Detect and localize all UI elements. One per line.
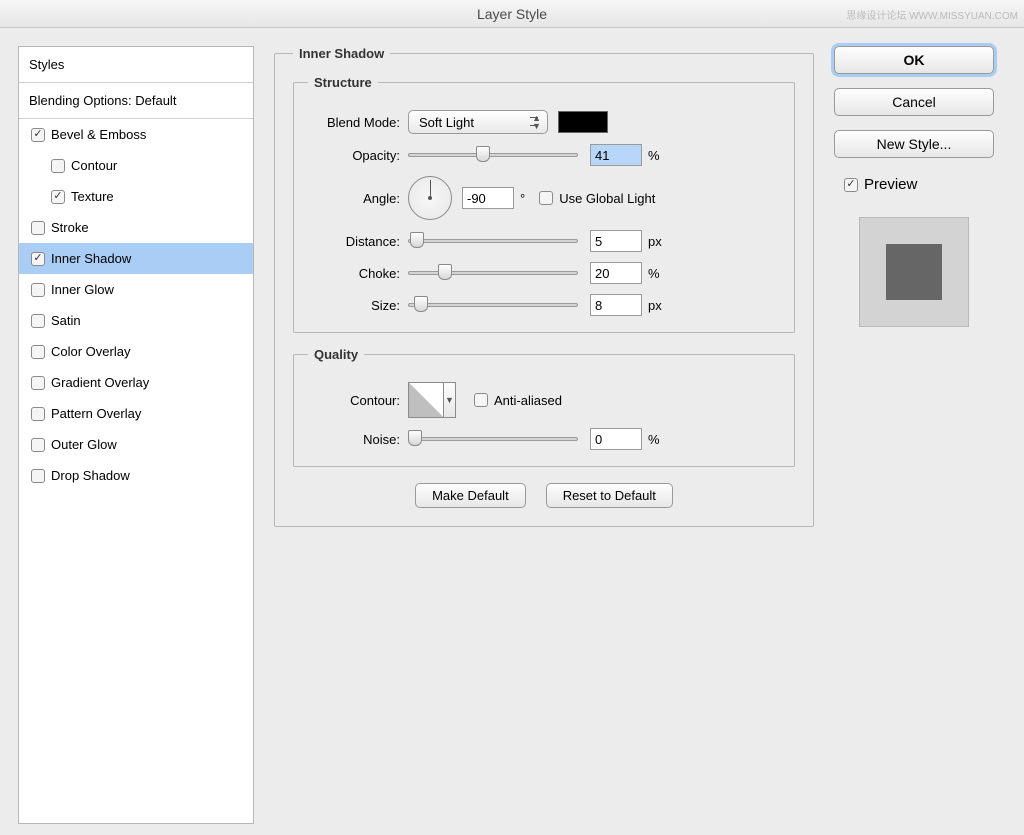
size-input[interactable] [590,294,642,316]
style-checkbox[interactable] [31,221,45,235]
angle-dial[interactable] [408,176,452,220]
contour-dropdown[interactable]: ▼ [444,382,456,418]
choke-unit: % [648,266,660,281]
style-label: Stroke [51,220,89,235]
style-checkbox[interactable] [31,283,45,297]
choke-slider[interactable] [408,265,578,281]
styles-item-drop-shadow[interactable]: Drop Shadow [19,460,253,491]
noise-unit: % [648,432,660,447]
distance-slider[interactable] [408,233,578,249]
style-checkbox[interactable] [51,159,65,173]
dialog-body: Styles Blending Options: Default Bevel &… [0,28,1024,835]
style-checkbox[interactable] [31,407,45,421]
style-label: Pattern Overlay [51,406,141,421]
blend-mode-value: Soft Light [419,115,474,130]
cancel-button[interactable]: Cancel [834,88,994,116]
angle-input[interactable] [462,187,514,209]
opacity-input[interactable] [590,144,642,166]
quality-legend: Quality [308,347,364,362]
center-panel: Inner Shadow Structure Blend Mode: Soft … [274,46,814,824]
blend-mode-select[interactable]: Soft Light ▲▼ [408,110,548,134]
style-label: Outer Glow [51,437,117,452]
antialiased-checkbox[interactable] [474,393,488,407]
titlebar: Layer Style 思缘设计论坛 WWW.MISSYUAN.COM [0,0,1024,28]
panel-title: Inner Shadow [293,46,390,61]
noise-label: Noise: [308,432,408,447]
angle-unit: ° [520,191,525,206]
opacity-label: Opacity: [308,148,408,163]
preview-swatch [886,244,942,300]
antialiased-label: Anti-aliased [494,393,562,408]
choke-label: Choke: [308,266,408,281]
global-light-checkbox[interactable] [539,191,553,205]
opacity-unit: % [648,148,660,163]
make-default-button[interactable]: Make Default [415,483,526,508]
style-checkbox[interactable] [31,376,45,390]
reset-default-button[interactable]: Reset to Default [546,483,673,508]
style-label: Inner Glow [51,282,114,297]
inner-shadow-group: Inner Shadow Structure Blend Mode: Soft … [274,46,814,527]
size-unit: px [648,298,662,313]
size-slider[interactable] [408,297,578,313]
styles-header[interactable]: Styles [19,47,253,83]
distance-label: Distance: [308,234,408,249]
styles-item-stroke[interactable]: Stroke [19,212,253,243]
choke-input[interactable] [590,262,642,284]
style-checkbox[interactable] [31,128,45,142]
blending-options[interactable]: Blending Options: Default [19,83,253,119]
style-label: Texture [71,189,114,204]
opacity-slider[interactable] [408,147,578,163]
contour-preview[interactable] [408,382,444,418]
preview-label: Preview [864,176,917,193]
preview-box [859,217,969,327]
blend-mode-label: Blend Mode: [308,115,408,130]
styles-item-outer-glow[interactable]: Outer Glow [19,429,253,460]
chevron-updown-icon: ▲▼ [532,114,541,130]
default-buttons: Make Default Reset to Default [293,483,795,508]
contour-label: Contour: [308,393,408,408]
styles-item-satin[interactable]: Satin [19,305,253,336]
styles-item-bevel-emboss[interactable]: Bevel & Emboss [19,119,253,150]
style-label: Satin [51,313,81,328]
styles-item-contour[interactable]: Contour [19,150,253,181]
style-label: Color Overlay [51,344,130,359]
angle-label: Angle: [308,191,408,206]
style-checkbox[interactable] [31,314,45,328]
ok-button[interactable]: OK [834,46,994,74]
styles-item-inner-shadow[interactable]: Inner Shadow [19,243,253,274]
global-light-label: Use Global Light [559,191,655,206]
styles-list: Styles Blending Options: Default Bevel &… [18,46,254,824]
distance-input[interactable] [590,230,642,252]
structure-legend: Structure [308,75,378,90]
shadow-color-swatch[interactable] [558,111,608,133]
styles-item-color-overlay[interactable]: Color Overlay [19,336,253,367]
style-label: Inner Shadow [51,251,131,266]
style-checkbox[interactable] [31,469,45,483]
styles-item-texture[interactable]: Texture [19,181,253,212]
window-title: Layer Style [477,6,547,22]
structure-group: Structure Blend Mode: Soft Light ▲▼ Opac… [293,75,795,333]
styles-item-inner-glow[interactable]: Inner Glow [19,274,253,305]
style-label: Gradient Overlay [51,375,149,390]
noise-slider[interactable] [408,431,578,447]
size-label: Size: [308,298,408,313]
style-label: Drop Shadow [51,468,130,483]
styles-item-gradient-overlay[interactable]: Gradient Overlay [19,367,253,398]
style-checkbox[interactable] [31,252,45,266]
quality-group: Quality Contour: ▼ Anti-aliased Noise: % [293,347,795,467]
styles-item-pattern-overlay[interactable]: Pattern Overlay [19,398,253,429]
watermark: 思缘设计论坛 WWW.MISSYUAN.COM [846,3,1018,31]
style-label: Bevel & Emboss [51,127,146,142]
noise-input[interactable] [590,428,642,450]
style-checkbox[interactable] [31,438,45,452]
style-label: Contour [71,158,117,173]
right-column: OK Cancel New Style... Preview [834,46,994,327]
distance-unit: px [648,234,662,249]
new-style-button[interactable]: New Style... [834,130,994,158]
style-checkbox[interactable] [51,190,65,204]
style-checkbox[interactable] [31,345,45,359]
preview-checkbox[interactable] [844,178,858,192]
